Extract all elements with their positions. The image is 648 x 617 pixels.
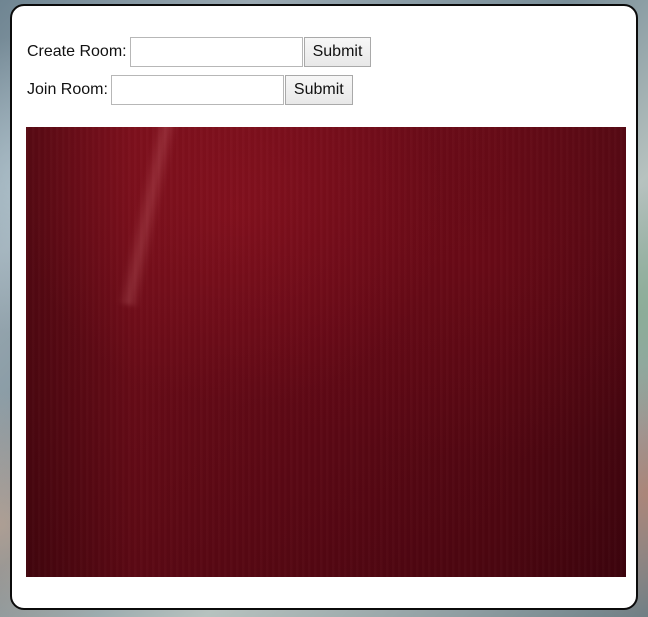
create-room-submit-button[interactable]: Submit [303,37,372,67]
create-room-row: Create Room: Submit [27,37,372,67]
video-preview [26,127,626,577]
join-room-label: Join Room: [27,81,108,98]
create-room-input[interactable] [129,37,303,67]
app-window: Create Room: Submit Join Room: Submit [10,4,638,610]
create-room-label: Create Room: [27,43,127,60]
video-texture [26,127,626,577]
join-room-input[interactable] [110,75,284,105]
join-room-submit-button[interactable]: Submit [284,75,353,105]
join-room-row: Join Room: Submit [27,75,353,105]
